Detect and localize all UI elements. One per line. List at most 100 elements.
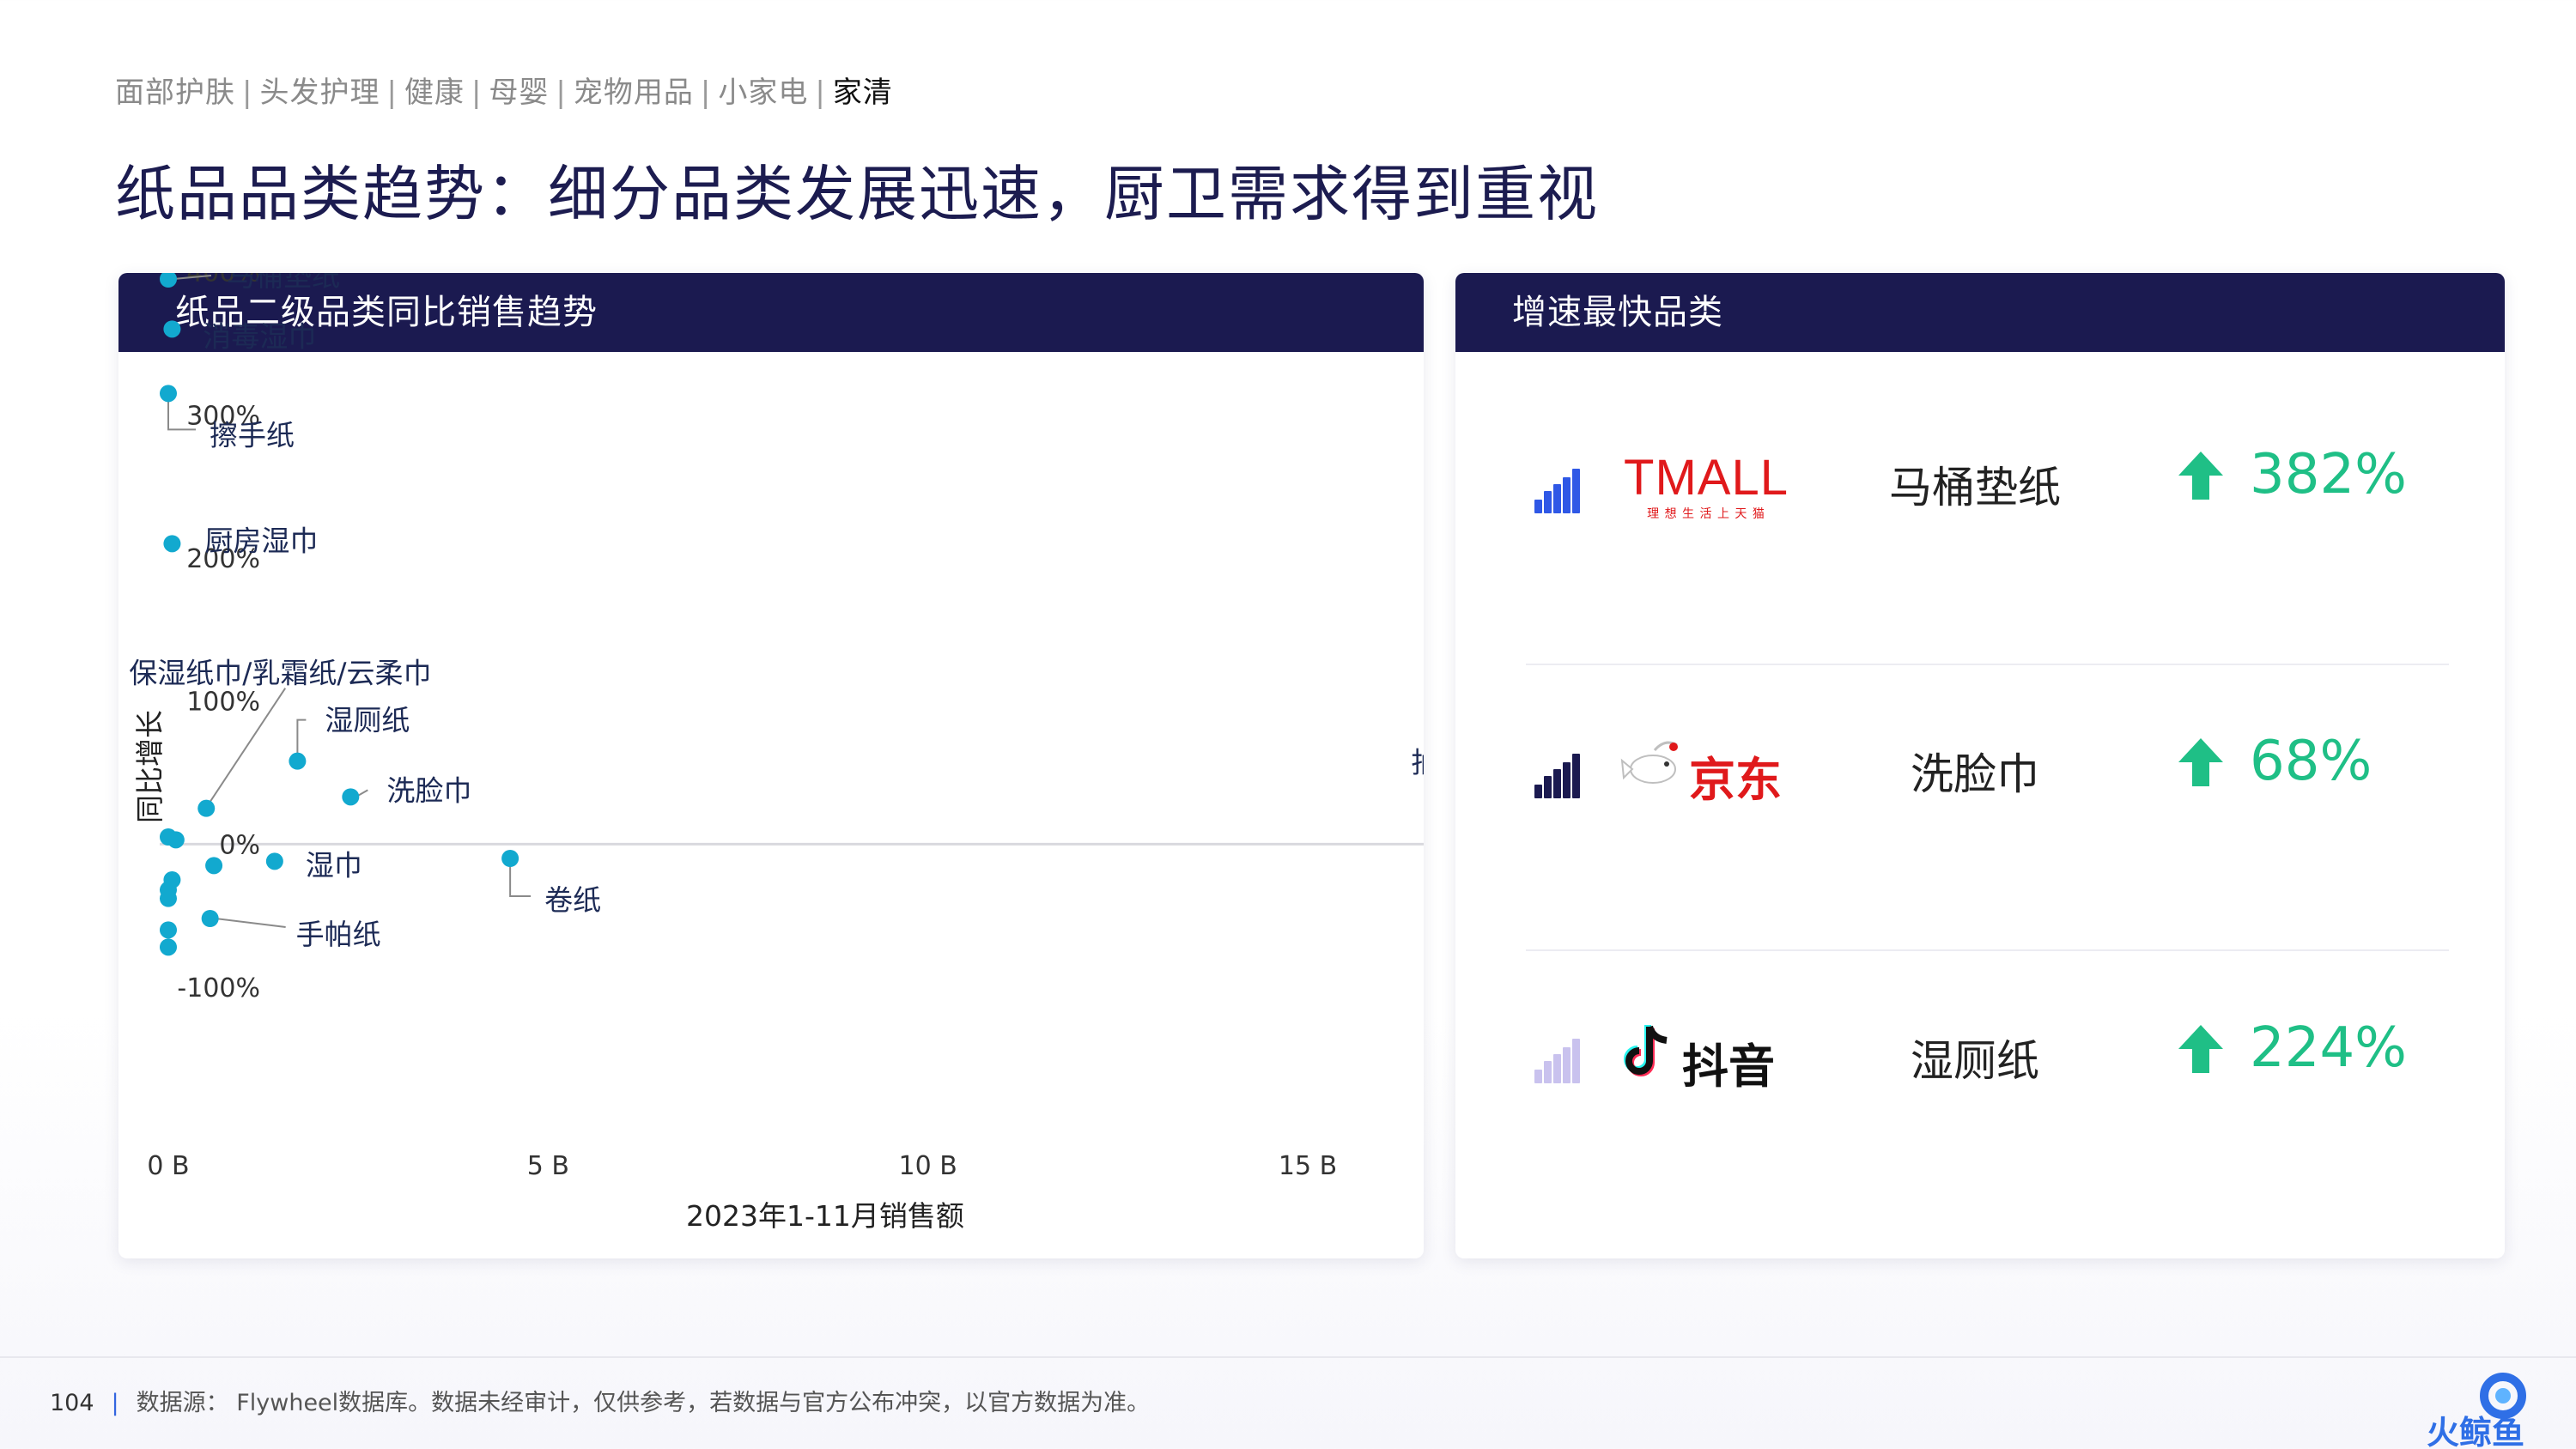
point-label: 马桶垫纸 bbox=[227, 273, 340, 293]
category-name: 马桶垫纸 bbox=[1889, 463, 2061, 512]
point-label: 消毒湿巾 bbox=[203, 319, 316, 353]
brand-text: 火鲸鱼 bbox=[2427, 1414, 2525, 1449]
nav-separator: | bbox=[815, 76, 826, 110]
signal-bar bbox=[1572, 469, 1580, 513]
jd-mascot-icon bbox=[1620, 741, 1678, 784]
nav-separator: | bbox=[700, 76, 712, 110]
platform-slogan: 理 想 生 活 上 天 猫 bbox=[1647, 507, 1765, 521]
sales-trend-panel: 纸品二级品类同比销售趋势 500%400%300%200%100%0%-100%… bbox=[118, 273, 1424, 1258]
nav-item[interactable]: 家清 bbox=[833, 76, 893, 110]
point-label: 洗脸巾 bbox=[386, 773, 471, 807]
x-axis-label: 2023年1-11月销售额 bbox=[686, 1199, 964, 1233]
data-point bbox=[201, 910, 219, 927]
data-point bbox=[342, 788, 360, 806]
footer-separator: | bbox=[111, 1390, 119, 1416]
row-divider bbox=[1526, 949, 2449, 951]
data-point bbox=[265, 852, 283, 870]
nav-item[interactable]: 面部护肤 bbox=[115, 76, 235, 110]
point-label: 抽纸 bbox=[1411, 745, 1424, 779]
scatter-chart: 500%400%300%200%100%0%-100%0 B5 B10 B15 … bbox=[129, 273, 1424, 1233]
point-label: 保湿纸巾/乳霜纸/云柔巾 bbox=[129, 657, 431, 690]
signal-bar bbox=[1563, 477, 1571, 513]
footer: 104 | 数据源： Flywheel数据库。数据未经审计，仅供参考，若数据与官方公… bbox=[50, 1384, 1150, 1417]
nav-separator: | bbox=[471, 76, 483, 110]
signal-bar bbox=[1534, 785, 1542, 798]
row-divider bbox=[1526, 664, 2449, 665]
signal-bar bbox=[1534, 500, 1542, 513]
footer-divider bbox=[0, 1356, 2576, 1358]
nav-item[interactable]: 母婴 bbox=[489, 76, 549, 110]
tmall-logo: TMALL 理 想 生 活 上 天 猫 bbox=[1620, 453, 1792, 522]
data-point bbox=[163, 535, 181, 553]
y-tick-label: 100% bbox=[186, 688, 260, 718]
growth-rate: 382% bbox=[2250, 443, 2407, 506]
douyin-note-icon bbox=[1624, 1025, 1668, 1076]
signal-bar bbox=[1553, 1054, 1561, 1083]
nav-separator: | bbox=[556, 76, 567, 110]
signal-bar bbox=[1563, 762, 1571, 798]
up-arrow-icon bbox=[2178, 1025, 2223, 1073]
data-point bbox=[160, 385, 177, 403]
signal-bar bbox=[1553, 769, 1561, 798]
data-point bbox=[167, 831, 185, 849]
signal-bar bbox=[1572, 1039, 1580, 1083]
nav-item[interactable]: 宠物用品 bbox=[574, 76, 694, 110]
signal-bar bbox=[1544, 491, 1552, 513]
data-point bbox=[205, 857, 223, 875]
page-number: 104 bbox=[50, 1390, 94, 1416]
fastest-growth-panel: 增速最快品类 TMALL 理 想 生 活 上 天 猫 马桶垫纸 382% 京东 … bbox=[1455, 273, 2505, 1258]
platform-name: 京东 bbox=[1689, 753, 1782, 807]
up-arrow-icon bbox=[2178, 738, 2223, 786]
page-title: 纸品品类趋势：细分品类发展迅速，厨卫需求得到重视 bbox=[115, 159, 1599, 229]
label-leader-line bbox=[215, 918, 286, 928]
brand-logo: 火鲸鱼 bbox=[2421, 1365, 2559, 1449]
jd-logo: 京东 bbox=[1620, 735, 1792, 807]
y-tick-label: 0% bbox=[219, 830, 260, 860]
signal-bars-icon bbox=[1534, 1037, 1581, 1083]
nav-item[interactable]: 健康 bbox=[404, 76, 465, 110]
point-label: 擦手纸 bbox=[210, 418, 295, 452]
signal-bars-icon bbox=[1534, 467, 1581, 513]
data-point bbox=[160, 938, 177, 956]
growth-row-tmall: TMALL 理 想 生 活 上 天 猫 马桶垫纸 382% bbox=[1455, 352, 2505, 609]
x-tick-label: 0 B bbox=[147, 1151, 189, 1181]
data-point bbox=[160, 921, 177, 939]
category-name: 湿厕纸 bbox=[1911, 1036, 2039, 1086]
signal-bars-icon bbox=[1534, 752, 1581, 798]
signal-bar bbox=[1544, 776, 1552, 798]
category-nav: 面部护肤 | 头发护理 | 健康 | 母婴 | 宠物用品 | 小家电 | 家清 bbox=[115, 69, 893, 111]
growth-row-jd: 京东 洗脸巾 68% bbox=[1455, 666, 2505, 924]
y-axis-label: 同比增长 bbox=[133, 710, 167, 823]
point-label: 手帕纸 bbox=[296, 918, 381, 951]
data-point bbox=[289, 752, 307, 770]
point-label: 厨房湿巾 bbox=[204, 524, 318, 557]
nav-separator: | bbox=[242, 76, 253, 110]
data-point bbox=[163, 320, 181, 338]
data-point bbox=[197, 799, 216, 817]
data-source-note: 数据源： Flywheel数据库。数据未经审计，仅供参考，若数据与官方公布冲突，… bbox=[136, 1390, 1151, 1416]
x-tick-label: 5 B bbox=[527, 1151, 569, 1181]
point-label: 湿厕纸 bbox=[325, 704, 410, 737]
signal-bar bbox=[1563, 1047, 1571, 1083]
signal-bar bbox=[1553, 484, 1561, 513]
x-tick-label: 10 B bbox=[899, 1151, 957, 1181]
growth-row-douyin: 抖音 湿厕纸 224% bbox=[1455, 953, 2505, 1210]
data-point bbox=[160, 889, 177, 907]
up-arrow-icon bbox=[2178, 452, 2223, 500]
nav-item[interactable]: 小家电 bbox=[718, 76, 808, 110]
douyin-logo: 抖音 bbox=[1620, 1022, 1792, 1094]
point-label: 湿巾 bbox=[306, 848, 362, 882]
data-point bbox=[501, 850, 519, 867]
panel-title: 增速最快品类 bbox=[1455, 273, 2505, 352]
y-tick-label: -100% bbox=[177, 973, 260, 1003]
nav-item[interactable]: 头发护理 bbox=[259, 76, 380, 110]
growth-rate: 224% bbox=[2250, 1016, 2407, 1080]
growth-rate: 68% bbox=[2250, 730, 2372, 793]
signal-bar bbox=[1572, 754, 1580, 798]
x-tick-label: 15 B bbox=[1279, 1151, 1337, 1181]
signal-bar bbox=[1534, 1070, 1542, 1083]
point-label: 卷纸 bbox=[544, 883, 601, 917]
platform-name: 抖音 bbox=[1682, 1040, 1775, 1094]
platform-name: TMALL bbox=[1624, 450, 1789, 506]
signal-bar bbox=[1544, 1061, 1552, 1083]
